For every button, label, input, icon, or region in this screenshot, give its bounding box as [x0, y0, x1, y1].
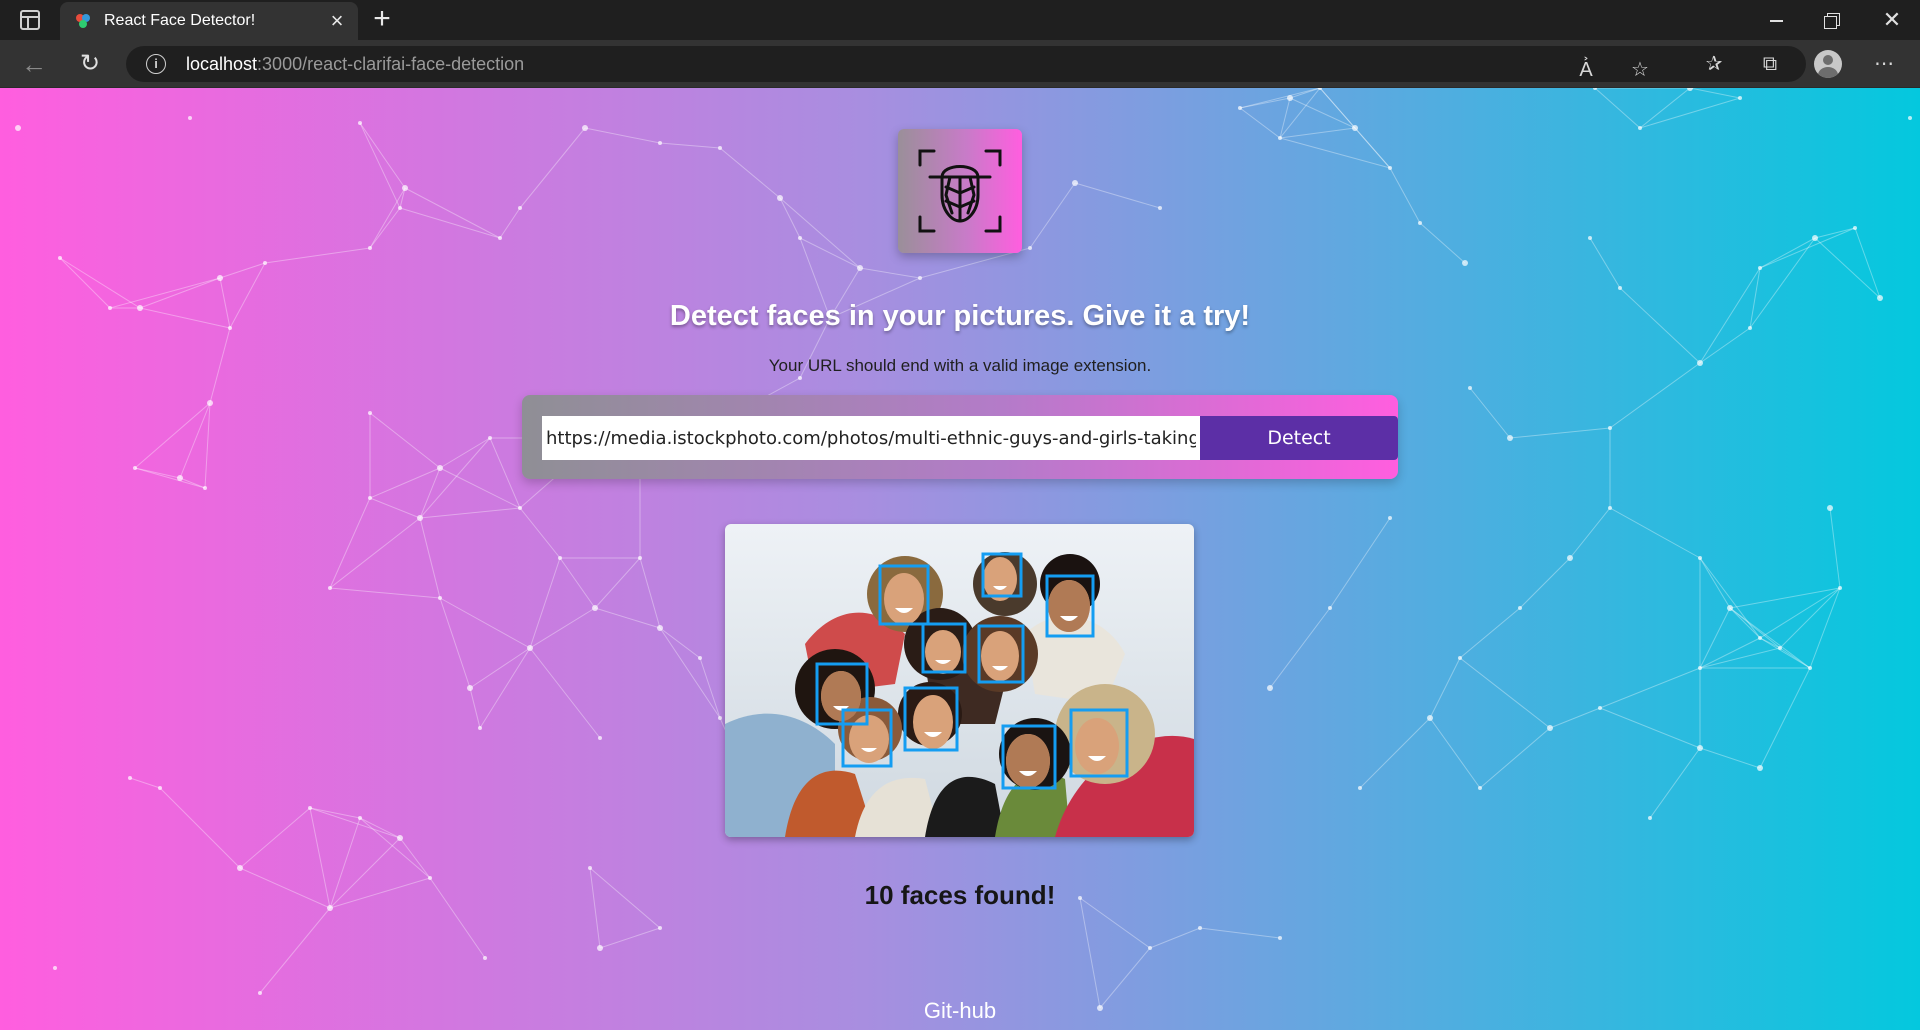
url-form: Detect: [522, 395, 1398, 479]
close-window-icon[interactable]: ✕: [1864, 0, 1920, 40]
address-field[interactable]: i localhost:3000/react-clarifai-face-det…: [126, 46, 1806, 82]
github-link[interactable]: Git-hub: [0, 998, 1920, 1024]
profile-avatar[interactable]: [1814, 50, 1842, 78]
tab-title: React Face Detector!: [104, 12, 256, 29]
more-menu-icon[interactable]: ⋯: [1870, 50, 1898, 78]
page-subtext: Your URL should end with a valid image e…: [768, 356, 1152, 375]
react-favicon-icon: [76, 14, 90, 28]
restore-icon[interactable]: [1804, 0, 1860, 40]
tab-actions-icon[interactable]: [20, 10, 40, 30]
collections-icon[interactable]: ⧉: [1756, 50, 1784, 78]
url-path: :3000/react-clarifai-face-detection: [257, 54, 525, 74]
url-text[interactable]: localhost:3000/react-clarifai-face-detec…: [186, 54, 524, 75]
favorites-icon[interactable]: ✰: [1700, 50, 1728, 78]
url-host: localhost: [186, 54, 258, 74]
image-url-input[interactable]: [542, 416, 1200, 460]
read-aloud-icon[interactable]: A͐: [1572, 56, 1600, 84]
tab-react-face-detector[interactable]: React Face Detector! ×: [60, 2, 358, 40]
site-info-icon[interactable]: i: [146, 54, 166, 74]
face-scan-icon: [918, 149, 1002, 233]
page-headline: Detect faces in your pictures. Give it a…: [669, 300, 1251, 332]
page-background: Detect faces in your pictures. Give it a…: [0, 88, 1920, 1030]
detect-button[interactable]: Detect: [1200, 416, 1398, 460]
detected-image: [725, 524, 1194, 837]
browser-addressbar: ← ↻ i localhost:3000/react-clarifai-face…: [0, 40, 1920, 88]
add-favorite-icon[interactable]: ☆: [1626, 56, 1654, 84]
minimize-icon[interactable]: [1748, 0, 1804, 40]
reload-icon[interactable]: ↻: [76, 50, 104, 78]
new-tab-icon[interactable]: +: [368, 4, 396, 34]
tab-close-icon[interactable]: ×: [326, 10, 348, 32]
browser-titlebar: React Face Detector! × + ✕: [0, 0, 1920, 40]
faces-found-text: 10 faces found!: [864, 880, 1056, 910]
app-logo: [898, 129, 1022, 253]
back-icon[interactable]: ←: [20, 50, 48, 78]
group-selfie-photo: [725, 524, 1194, 837]
